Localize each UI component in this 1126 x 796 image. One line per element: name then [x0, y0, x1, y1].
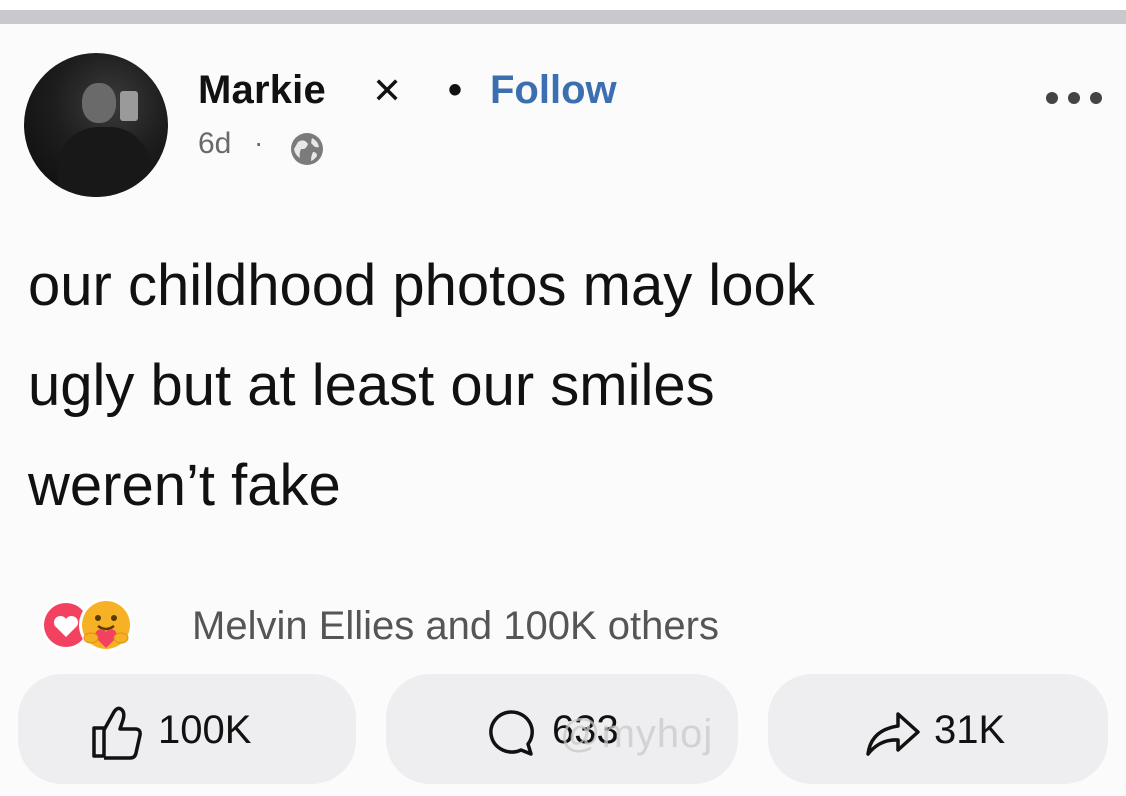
- post-text-line: ugly but at least our smiles: [28, 353, 715, 418]
- follow-button[interactable]: Follow: [490, 68, 617, 113]
- watermark: @myhoj: [560, 712, 714, 756]
- post-text-line: our childhood photos may look: [28, 253, 815, 318]
- time-separator: ·: [254, 127, 264, 158]
- more-options-icon[interactable]: [1042, 80, 1106, 116]
- author-name[interactable]: Markie: [198, 68, 326, 113]
- share-icon: [866, 712, 920, 756]
- globe-icon: [291, 133, 323, 165]
- top-divider: [0, 0, 1126, 24]
- reaction-icons[interactable]: [18, 596, 138, 658]
- share-count: 31K: [934, 708, 1006, 752]
- author-avatar[interactable]: [24, 53, 168, 197]
- thumbs-up-icon: [92, 706, 142, 760]
- like-count: 100K: [158, 708, 252, 752]
- comment-icon: [489, 710, 534, 756]
- author-badge-icon: ✕: [372, 70, 403, 111]
- name-separator: •: [448, 68, 463, 112]
- post-timestamp[interactable]: 6d: [198, 127, 231, 161]
- post-text-line: weren’t fake: [28, 453, 341, 518]
- post-body: our childhood photos may look ugly but a…: [28, 236, 1098, 536]
- reaction-summary[interactable]: Melvin Ellies and 100K others: [192, 604, 719, 649]
- care-reaction-icon: [79, 598, 133, 652]
